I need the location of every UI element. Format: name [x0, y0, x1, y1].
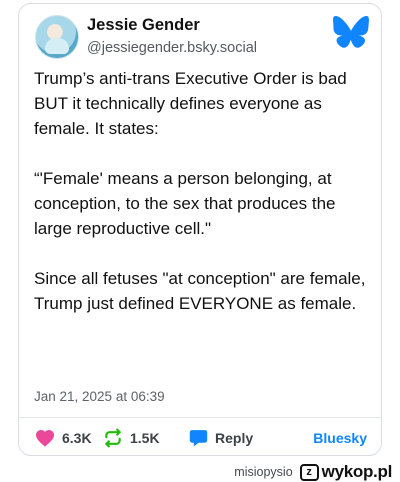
- wykop-site-name: wykop.pl: [321, 462, 393, 481]
- post-timestamp[interactable]: Jan 21, 2025 at 06:39: [34, 389, 165, 404]
- post-paragraph: “'Female' means a person belonging, at c…: [34, 169, 336, 238]
- watermark-username: misiopysio: [234, 465, 293, 479]
- post-text: Trump’s anti-trans Executive Order is ba…: [34, 66, 372, 316]
- wykop-logo-icon: z: [299, 463, 319, 481]
- action-bar: 6.3K 1.5K Reply Bluesky: [19, 426, 381, 450]
- butterfly-icon[interactable]: [333, 16, 369, 48]
- author-name[interactable]: Jessie Gender: [87, 16, 200, 35]
- author-handle[interactable]: @jessiegender.bsky.social: [87, 40, 257, 56]
- repost-icon: [105, 428, 121, 448]
- like-count: 6.3K: [62, 430, 92, 446]
- reply-label: Reply: [215, 430, 254, 446]
- like-button[interactable]: 6.3K: [35, 426, 92, 450]
- repost-count: 1.5K: [130, 430, 160, 446]
- avatar[interactable]: [35, 15, 79, 59]
- repost-button[interactable]: 1.5K: [103, 426, 160, 450]
- heart-icon: [36, 429, 54, 447]
- divider: [19, 417, 381, 418]
- post-paragraph: Trump’s anti-trans Executive Order is ba…: [34, 69, 347, 138]
- wykop-logo-letter: z: [306, 465, 312, 478]
- watermark-footer: misiopysio z wykop.pl: [234, 462, 392, 482]
- reply-button[interactable]: Reply: [189, 426, 253, 450]
- reply-icon: [189, 430, 208, 447]
- post-paragraph: Since all fetuses "at conception" are fe…: [34, 269, 366, 313]
- open-in-bluesky-link[interactable]: Bluesky: [313, 426, 367, 450]
- post-card[interactable]: Jessie Gender @jessiegender.bsky.social …: [18, 3, 382, 456]
